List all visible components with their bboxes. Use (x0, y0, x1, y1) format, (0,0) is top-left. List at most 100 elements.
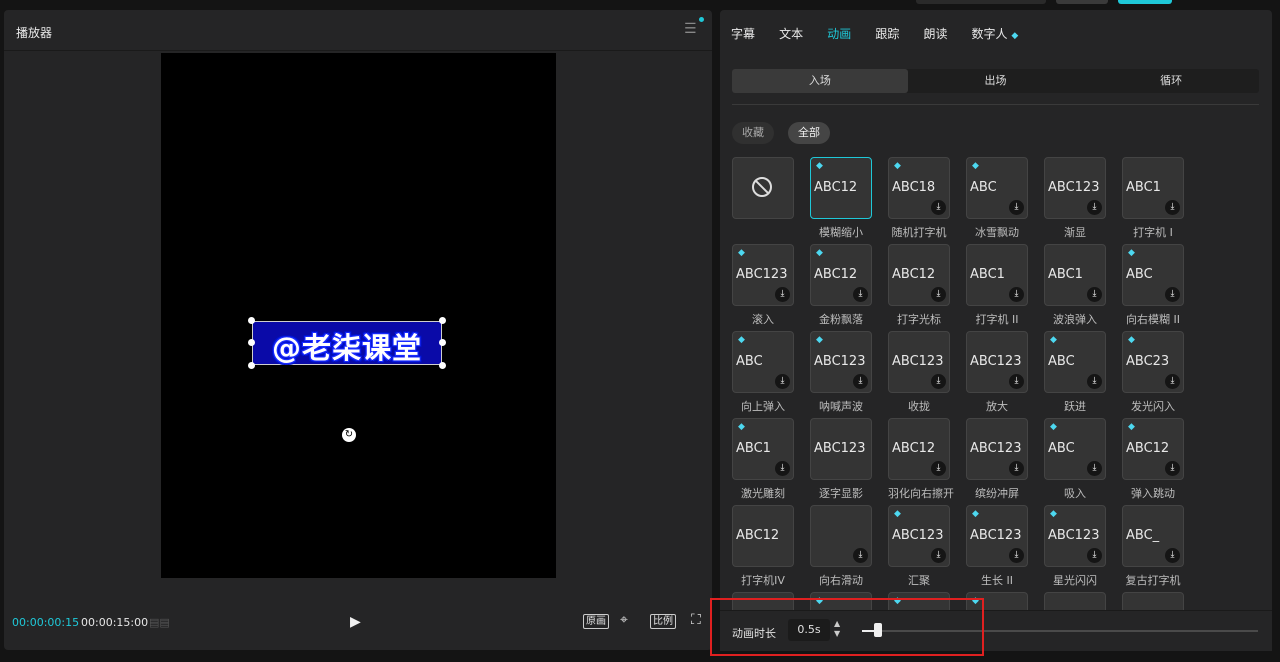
animation-item[interactable]: ABC23 ◆ ⤓ 发光闪入 (1122, 331, 1184, 414)
animation-thumbnail[interactable]: ABC18 ◆ ⤓ (888, 157, 950, 219)
play-icon[interactable]: ▶ (350, 614, 361, 630)
animation-item[interactable]: ABC123 ◆ ⤓ 滚入 (732, 244, 794, 327)
animation-item[interactable] (732, 157, 794, 224)
focus-icon[interactable]: ⌖ (620, 612, 628, 628)
animation-thumbnail[interactable]: ABC1 ◆ ⤓ (732, 418, 794, 480)
animation-item[interactable]: ABC1 ◆ ⤓ 激光雕刻 (732, 418, 794, 501)
ratio-button[interactable]: 比例 (650, 614, 676, 629)
download-icon[interactable]: ⤓ (775, 287, 790, 302)
download-icon[interactable]: ⤓ (1087, 200, 1102, 215)
rotate-icon[interactable]: ↻ (342, 428, 356, 442)
animation-item[interactable]: ABC123 ◆ ⤓ 星光闪闪 (1044, 505, 1106, 588)
animation-thumbnail[interactable] (1122, 592, 1184, 612)
tab-digital-human[interactable]: 数字人 ◆ (972, 25, 1019, 42)
animation-thumbnail[interactable]: ABC1 ⤓ (1044, 244, 1106, 306)
animation-item[interactable]: ABC123 ⤓ 渐显 (1044, 157, 1106, 240)
animation-item[interactable]: ABC ◆ ⤓ 冰雪飘动 (966, 157, 1028, 240)
animation-item[interactable]: ABC1 ⤓ 打字机 II (966, 244, 1028, 327)
animation-thumbnail[interactable]: ABC12 (732, 505, 794, 567)
animation-thumbnail[interactable]: ABC123 ◆ ⤓ (810, 331, 872, 393)
download-icon[interactable]: ⤓ (931, 374, 946, 389)
chip-all[interactable]: 全部 (788, 122, 830, 144)
animation-thumbnail[interactable]: ABC123 ◆ ⤓ (1044, 505, 1106, 567)
animation-thumbnail[interactable]: ABC12 ◆ (810, 157, 872, 219)
resize-handle-l[interactable] (248, 339, 255, 346)
animation-item[interactable]: ABC123 ◆ ⤓ 呐喊声波 (810, 331, 872, 414)
animation-item[interactable]: ABC ◆ ⤓ 向上弹入 (732, 331, 794, 414)
animation-item[interactable]: ABC ◆ ⤓ 跃进 (1044, 331, 1106, 414)
chip-favorites[interactable]: 收藏 (732, 122, 774, 144)
download-icon[interactable]: ⤓ (853, 548, 868, 563)
original-quality-button[interactable]: 原画 (583, 614, 609, 629)
segment-exit[interactable]: 出场 (908, 69, 1084, 93)
animation-thumbnail[interactable]: ABC123 ⤓ (888, 331, 950, 393)
animation-thumbnail[interactable]: ABC123 ⤓ (966, 331, 1028, 393)
animation-item[interactable]: ABC_ ⤓ 复古打字机 (1122, 505, 1184, 588)
download-icon[interactable]: ⤓ (931, 287, 946, 302)
watermark-text-box[interactable]: @老柒课堂 (248, 317, 446, 369)
tab-text[interactable]: 文本 (779, 25, 803, 42)
animation-item[interactable]: ABC123 ⤓ 缤纷冲屏 (966, 418, 1028, 501)
download-icon[interactable]: ⤓ (1165, 287, 1180, 302)
download-icon[interactable]: ⤓ (1165, 200, 1180, 215)
animation-thumbnail[interactable] (732, 157, 794, 219)
animation-thumbnail[interactable]: ABC ◆ ⤓ (732, 331, 794, 393)
download-icon[interactable]: ⤓ (1087, 287, 1102, 302)
download-icon[interactable]: ⤓ (853, 287, 868, 302)
animation-item[interactable]: ABC12 ⤓ 打字光标 (888, 244, 950, 327)
top-strip-accent[interactable] (1118, 0, 1172, 4)
animation-thumbnail[interactable]: ABC12 ◆ ⤓ (1122, 418, 1184, 480)
animation-thumbnail[interactable]: ABC_ ⤓ (1122, 505, 1184, 567)
animation-item[interactable]: ABC18 ◆ ⤓ 随机打字机 (888, 157, 950, 240)
animation-thumbnail[interactable]: ABC ◆ ⤓ (966, 157, 1028, 219)
animation-thumbnail[interactable]: ABC123 ◆ ⤓ (732, 244, 794, 306)
animation-thumbnail[interactable]: ABC ◆ ⤓ (1122, 244, 1184, 306)
segment-loop[interactable]: 循环 (1083, 69, 1259, 93)
animation-thumbnail[interactable]: ABC23 ◆ ⤓ (1122, 331, 1184, 393)
animation-item[interactable]: ABC123 ◆ ⤓ 生长 II (966, 505, 1028, 588)
animation-item[interactable]: ABC123 逐字显影 (810, 418, 872, 501)
download-icon[interactable]: ⤓ (1009, 461, 1024, 476)
download-icon[interactable]: ⤓ (1165, 548, 1180, 563)
download-icon[interactable]: ⤓ (931, 200, 946, 215)
animation-thumbnail[interactable]: ABC123 ◆ ⤓ (966, 505, 1028, 567)
preview-canvas[interactable]: @老柒课堂 ↻ (161, 53, 556, 578)
animation-thumbnail[interactable]: ABC123 ⤓ (1044, 157, 1106, 219)
segment-enter[interactable]: 入场 (732, 69, 908, 93)
animation-thumbnail[interactable]: ABC1 ⤓ (1122, 157, 1184, 219)
download-icon[interactable]: ⤓ (931, 548, 946, 563)
download-icon[interactable]: ⤓ (1009, 548, 1024, 563)
download-icon[interactable]: ⤓ (931, 461, 946, 476)
animation-item[interactable]: ABC123 ⤓ 放大 (966, 331, 1028, 414)
download-icon[interactable]: ⤓ (1009, 374, 1024, 389)
animation-item[interactable]: ABC123 ⤓ 收拢 (888, 331, 950, 414)
fullscreen-icon[interactable]: ⛶ (691, 612, 701, 628)
animation-item[interactable]: ABC123 ◆ ⤓ 汇聚 (888, 505, 950, 588)
animation-item[interactable]: ABC12 ◆ ⤓ 弹入跳动 (1122, 418, 1184, 501)
timeline-grid-icon[interactable]: ▤▤ (149, 616, 170, 629)
animation-thumbnail[interactable]: ABC123 (810, 418, 872, 480)
animation-item[interactable]: ABC ◆ ⤓ 向右模糊 II (1122, 244, 1184, 327)
tab-tracking[interactable]: 跟踪 (875, 25, 899, 42)
animation-thumbnail[interactable]: ABC123 ◆ ⤓ (888, 505, 950, 567)
resize-handle-r[interactable] (439, 339, 446, 346)
menu-icon[interactable]: ☰ (684, 22, 698, 36)
tab-read-aloud[interactable]: 朗读 (923, 25, 947, 42)
resize-handle-br[interactable] (439, 362, 446, 369)
download-icon[interactable]: ⤓ (853, 374, 868, 389)
animation-item[interactable] (1122, 592, 1184, 612)
download-icon[interactable]: ⤓ (1087, 461, 1102, 476)
animation-item[interactable]: ABC12 打字机IV (732, 505, 794, 588)
download-icon[interactable]: ⤓ (1165, 461, 1180, 476)
animation-item[interactable]: ABC12 ⤓ 羽化向右擦开 (888, 418, 954, 501)
animation-thumbnail[interactable]: ABC ◆ ⤓ (1044, 331, 1106, 393)
download-icon[interactable]: ⤓ (1009, 287, 1024, 302)
animation-thumbnail[interactable]: ABC12 ⤓ (888, 244, 950, 306)
download-icon[interactable]: ⤓ (1087, 374, 1102, 389)
animation-thumbnail[interactable]: ABC123 ⤓ (966, 418, 1028, 480)
resize-handle-bl[interactable] (248, 362, 255, 369)
animation-thumbnail[interactable] (1044, 592, 1106, 612)
download-icon[interactable]: ⤓ (1087, 548, 1102, 563)
animation-item[interactable]: ABC ◆ ⤓ 吸入 (1044, 418, 1106, 501)
animation-item[interactable]: ABC12 ◆ ⤓ 金粉飘落 (810, 244, 872, 327)
